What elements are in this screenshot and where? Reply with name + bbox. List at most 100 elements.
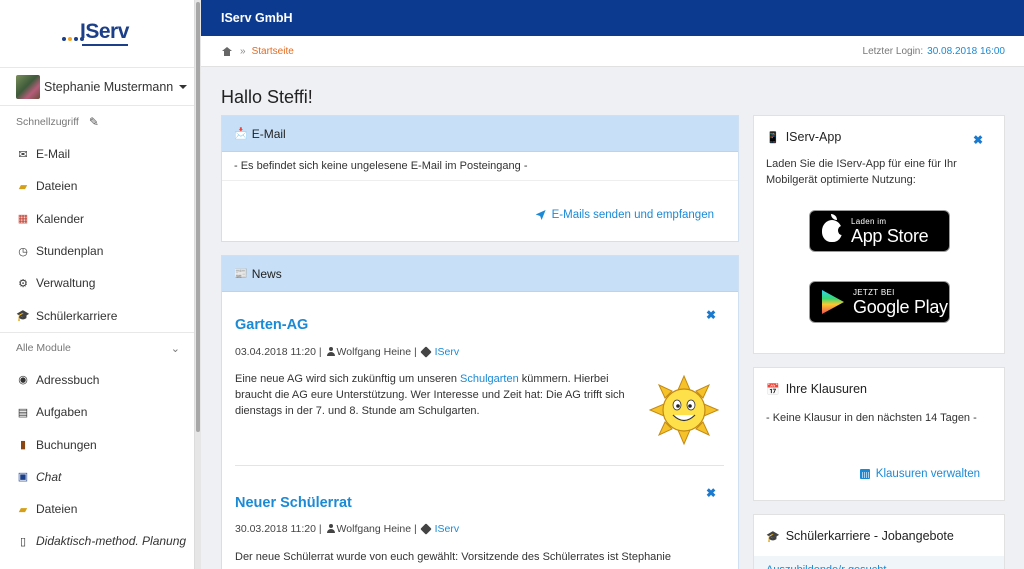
page-title: Hallo Steffi!: [221, 87, 313, 107]
news-item-tag[interactable]: IServ: [435, 346, 460, 358]
folder-icon: ▰: [18, 503, 28, 516]
sidebar-item-addressbook[interactable]: ◉ Adressbuch: [0, 364, 194, 396]
google-play-big-label: Google Play: [853, 296, 948, 317]
breadcrumb-current[interactable]: Startseite: [252, 46, 294, 57]
logo-area: IServ: [0, 0, 194, 68]
news-item-author: Wolfgang Heine: [336, 523, 412, 535]
exams-panel: 📅 Ihre Klausuren - Keine Klausur in den …: [753, 367, 1005, 501]
news-item-meta: 30.03.2018 11:20 | Wolfgang Heine | ISer…: [235, 523, 459, 535]
scrollbar-thumb[interactable]: [196, 2, 200, 432]
all-modules-title: Alle Module: [16, 342, 71, 355]
app-panel-title: IServ-App: [785, 130, 842, 144]
caret-down-icon: [179, 84, 188, 89]
sidebar-item-email[interactable]: ✉ E-Mail: [0, 138, 194, 170]
address-book-icon: ◉: [18, 374, 28, 387]
sidebar-item-label: E-Mail: [36, 147, 71, 162]
sidebar-item-chat[interactable]: ▣ Chat: [0, 461, 194, 493]
sidebar-item-files[interactable]: ▰ Dateien: [0, 170, 194, 202]
logo-underline: [82, 43, 128, 46]
tag-icon: [419, 346, 432, 358]
sidebar-item-label: Dateien: [36, 502, 78, 517]
all-modules-header[interactable]: Alle Module ⌄: [0, 331, 194, 364]
sidebar-item-label: Buchungen: [36, 437, 97, 452]
user-menu[interactable]: Stephanie Mustermann: [0, 68, 194, 106]
mail-panel-title: E-Mail: [251, 126, 286, 141]
top-bar: IServ GmbH: [201, 0, 1024, 36]
sidebar-item-career[interactable]: 🎓 Schülerkarriere: [0, 299, 194, 331]
sidebar-item-label: Chat: [36, 469, 62, 484]
sidebar-item-planning[interactable]: ▯ Didaktisch-method. Planung: [0, 525, 194, 557]
sidebar-item-tasks[interactable]: ▤ Aufgaben: [0, 396, 194, 428]
logo-text: IServ: [80, 19, 129, 43]
calendar-icon: 📅: [766, 383, 780, 396]
google-play-small-label: JETZT BEI: [853, 287, 895, 297]
schulgarten-link[interactable]: Schulgarten: [460, 373, 519, 385]
sidebar-item-bookings[interactable]: ▮ Buchungen: [0, 428, 194, 460]
quick-access-list: ✉ E-Mail ▰ Dateien ▦ Kalender ◷ Stundenp…: [0, 138, 194, 332]
sidebar-item-label: Verwaltung: [36, 276, 96, 291]
gear-icon: ⚙: [18, 277, 28, 290]
pencil-icon[interactable]: ✎: [89, 115, 99, 129]
sidebar-item-label: Schülerkarriere: [36, 308, 118, 323]
chat-icon: ▣: [17, 471, 29, 484]
app-panel-text: Laden Sie die IServ-App für eine für Ihr…: [766, 158, 957, 186]
meta-separator: |: [414, 523, 417, 535]
user-icon: [326, 347, 335, 356]
jobs-panel-title: Schülerkarriere - Jobangebote: [785, 529, 954, 543]
sidebar-item-timetable[interactable]: ◷ Stundenplan: [0, 235, 194, 267]
sidebar-scrollbar[interactable]: [195, 0, 201, 569]
jobs-link[interactable]: Auszubildende/r gesucht: [754, 556, 1004, 569]
book-icon: ▮: [19, 439, 27, 452]
mail-link-label: E-Mails senden und empfangen: [551, 209, 714, 221]
exams-manage-link[interactable]: Klausuren verwalten: [859, 468, 980, 480]
sidebar-item-calendar[interactable]: ▦ Kalender: [0, 203, 194, 235]
mail-link[interactable]: E-Mails senden und empfangen: [535, 209, 714, 221]
app-store-big-label: App Store: [851, 225, 929, 246]
meta-separator: |: [414, 346, 417, 358]
app-panel-header: 📱 IServ-App: [754, 116, 1004, 144]
quick-access-header: Schnellzugriff ✎: [0, 106, 194, 138]
close-icon[interactable]: ✖: [706, 486, 716, 500]
news-item: Garten-AG ✖ 03.04.2018 11:20 | Wolfgang …: [222, 292, 738, 472]
clock-icon: ◷: [18, 245, 28, 258]
news-item-tag[interactable]: IServ: [435, 523, 460, 535]
calendar-icon: ▦: [17, 213, 29, 226]
meta-separator: |: [318, 346, 322, 358]
home-icon[interactable]: [222, 46, 232, 56]
google-play-button[interactable]: JETZT BEI Google Play: [809, 281, 950, 323]
sidebar-item-label: Stundenplan: [36, 244, 104, 259]
google-play-icon: [822, 290, 844, 314]
news-item-title[interactable]: Neuer Schülerrat: [235, 495, 352, 511]
avatar: [16, 74, 40, 99]
app-store-button[interactable]: Laden im App Store: [809, 210, 950, 252]
mail-panel-header: 📩 E-Mail: [222, 116, 738, 152]
news-item-author: Wolfgang Heine: [336, 346, 412, 358]
calendar-icon: [859, 469, 870, 479]
last-login-value[interactable]: 30.08.2018 16:00: [927, 46, 1005, 57]
tag-icon: [419, 523, 432, 535]
all-modules-list: ◉ Adressbuch ▤ Aufgaben ▮ Buchungen ▣ Ch…: [0, 364, 194, 558]
chevron-down-icon: ⌄: [170, 342, 180, 355]
jobs-panel-header: 🎓 Schülerkarriere - Jobangebote: [754, 515, 1004, 543]
news-item-title[interactable]: Garten-AG: [235, 317, 308, 333]
sidebar-item-files-2[interactable]: ▰ Dateien: [0, 493, 194, 525]
sidebar-item-label: Kalender: [36, 211, 85, 226]
exams-empty-text: - Keine Klausur in den nächsten 14 Tagen…: [766, 412, 977, 424]
close-icon[interactable]: ✖: [973, 133, 983, 147]
exams-panel-header: 📅 Ihre Klausuren: [754, 368, 1004, 396]
sidebar-item-admin[interactable]: ⚙ Verwaltung: [0, 267, 194, 299]
graduation-cap-icon: 🎓: [766, 530, 780, 543]
news-item-date: 03.04.2018 11:20: [235, 346, 316, 358]
clipboard-icon: ▤: [17, 406, 29, 419]
exams-panel-title: Ihre Klausuren: [785, 382, 868, 396]
paper-plane-icon: [535, 210, 546, 220]
news-panel-header: 📰 News: [222, 256, 738, 292]
folder-icon: ▰: [18, 180, 28, 193]
user-name: Stephanie Mustermann: [44, 79, 174, 94]
close-icon[interactable]: ✖: [706, 308, 716, 322]
envelope-icon: ✉: [18, 148, 28, 161]
iserv-logo[interactable]: IServ: [62, 20, 132, 48]
document-icon: ▯: [19, 535, 27, 548]
sun-image: [648, 374, 720, 446]
user-icon: [326, 524, 335, 533]
